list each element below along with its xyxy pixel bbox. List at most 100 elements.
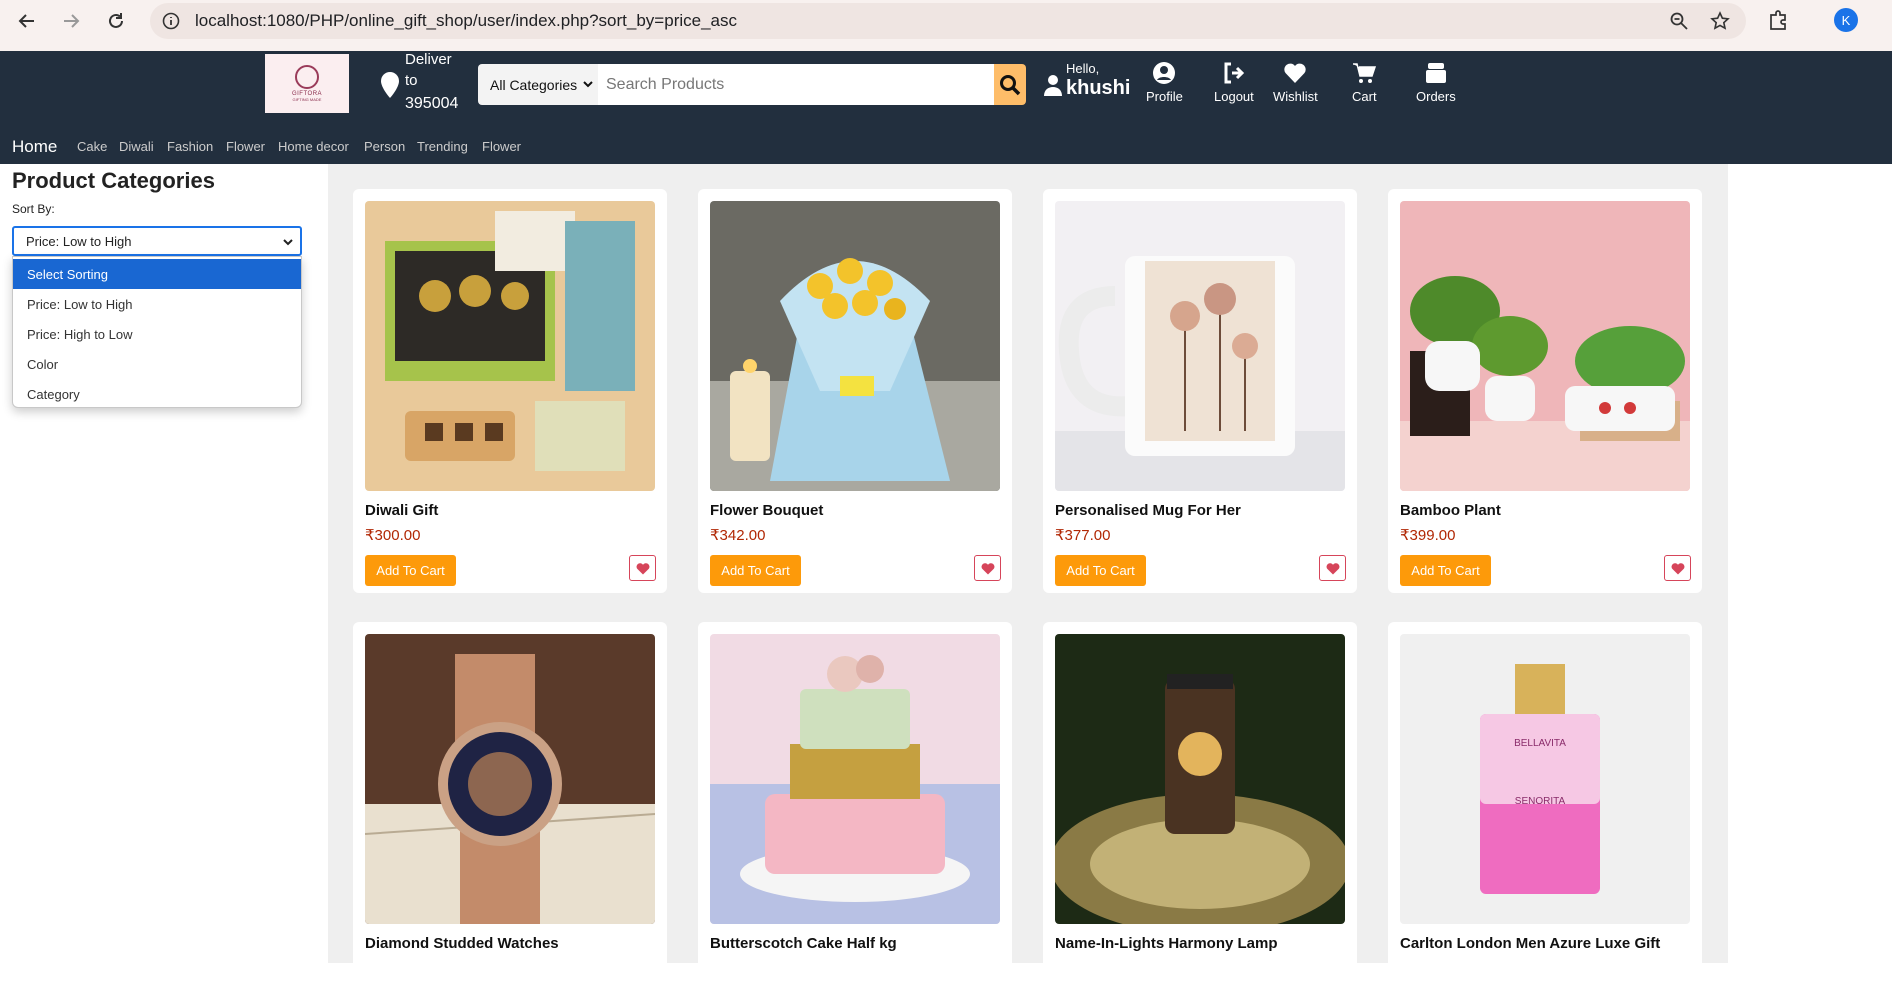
product-image[interactable]: BELLAVITA SENORITA	[1400, 634, 1690, 924]
sort-select-value: Price: Low to High	[26, 233, 132, 249]
extensions-icon[interactable]	[1767, 9, 1789, 31]
sidebar-title: Product Categories	[12, 168, 215, 193]
deliver-to-label: to	[405, 72, 418, 89]
product-image[interactable]	[365, 634, 655, 924]
logo-subtext: GIFTING MADE	[292, 97, 322, 102]
search-button[interactable]	[994, 64, 1026, 105]
wishlist-button[interactable]	[1319, 555, 1346, 581]
sidebar: Product Categories Sort By: Price: Low t…	[0, 164, 328, 963]
hello-label: Hello,	[1066, 61, 1100, 76]
sort-dropdown: Select Sorting Price: Low to High Price:…	[12, 256, 302, 408]
logout-label: Logout	[1214, 89, 1254, 104]
site-logo[interactable]: GIFTORA GIFTING MADE	[265, 54, 349, 113]
sort-option-price-low-high[interactable]: Price: Low to High	[13, 289, 301, 319]
add-to-cart-button[interactable]: Add To Cart	[1055, 555, 1146, 586]
nav-home[interactable]: Home	[12, 137, 57, 157]
orders-icon	[1425, 63, 1446, 83]
product-card: Diamond Studded Watches	[353, 622, 667, 982]
product-card: Butterscotch Cake Half kg	[698, 622, 1012, 982]
product-name[interactable]: Name-In-Lights Harmony Lamp	[1055, 935, 1278, 952]
product-grid: Diwali Gift ₹300.00 Add To Cart Flower B…	[328, 164, 1728, 982]
sort-select[interactable]: Price: Low to High	[12, 226, 302, 256]
product-card: Personalised Mug For Her ₹377.00 Add To …	[1043, 189, 1357, 593]
heart-icon	[1284, 63, 1307, 83]
product-price: ₹399.00	[1400, 527, 1456, 544]
nav-item-flower[interactable]: Flower	[226, 139, 265, 154]
product-card: BELLAVITA SENORITA Carlton London Men Az…	[1388, 622, 1702, 982]
add-to-cart-button[interactable]: Add To Cart	[710, 555, 801, 586]
location-pin-icon	[381, 72, 399, 98]
perfume-name-label: SENORITA	[1515, 796, 1566, 807]
logout-link[interactable]: Logout	[1214, 61, 1254, 104]
nav-item-home-decor[interactable]: Home decor	[278, 139, 349, 154]
profile-avatar[interactable]: K	[1834, 8, 1858, 32]
category-nav: Home Cake Diwali Fashion Flower Home dec…	[0, 131, 1892, 161]
chevron-down-icon	[283, 239, 293, 246]
user-icon	[1044, 75, 1062, 96]
nav-item-person[interactable]: Person	[364, 139, 405, 154]
product-image[interactable]	[1055, 634, 1345, 924]
product-name[interactable]: Carlton London Men Azure Luxe Gift	[1400, 935, 1660, 952]
reload-icon	[109, 13, 123, 28]
heart-icon	[981, 562, 994, 574]
product-image[interactable]	[1055, 201, 1345, 491]
product-image[interactable]	[365, 201, 655, 491]
heart-icon	[1326, 562, 1339, 574]
cart-label: Cart	[1352, 89, 1377, 104]
nav-item-trending[interactable]: Trending	[417, 139, 468, 154]
reload-button[interactable]	[103, 8, 129, 34]
product-name[interactable]: Flower Bouquet	[710, 502, 823, 519]
wishlist-button[interactable]	[629, 555, 656, 581]
add-to-cart-button[interactable]: Add To Cart	[1400, 555, 1491, 586]
product-image[interactable]	[710, 634, 1000, 924]
forward-button[interactable]	[58, 8, 84, 34]
search-icon	[1000, 74, 1021, 95]
sort-option-category[interactable]: Category	[13, 379, 301, 409]
product-price: ₹300.00	[365, 527, 421, 544]
product-price: ₹342.00	[710, 527, 766, 544]
wishlist-label: Wishlist	[1273, 89, 1318, 104]
wishlist-link[interactable]: Wishlist	[1273, 61, 1318, 104]
sort-option-color[interactable]: Color	[13, 349, 301, 379]
nav-item-fashion[interactable]: Fashion	[167, 139, 213, 154]
url-text[interactable]: localhost:1080/PHP/online_gift_shop/user…	[195, 11, 737, 31]
wishlist-button[interactable]	[974, 555, 1001, 581]
product-name[interactable]: Personalised Mug For Her	[1055, 502, 1241, 519]
product-card: Name-In-Lights Harmony Lamp	[1043, 622, 1357, 982]
product-card: Bamboo Plant ₹399.00 Add To Cart	[1388, 189, 1702, 593]
search-input[interactable]	[598, 64, 994, 105]
cart-link[interactable]: Cart	[1352, 61, 1377, 104]
zoom-icon[interactable]	[1670, 12, 1688, 30]
deliver-label: Deliver	[405, 51, 452, 68]
bookmark-star-icon[interactable]	[1710, 11, 1730, 31]
product-name[interactable]: Diwali Gift	[365, 502, 438, 519]
heart-icon	[636, 562, 649, 574]
profile-link[interactable]: Profile	[1146, 61, 1183, 104]
sort-option-price-high-low[interactable]: Price: High to Low	[13, 319, 301, 349]
browser-toolbar: localhost:1080/PHP/online_gift_shop/user…	[0, 0, 1892, 51]
back-button[interactable]	[14, 8, 40, 34]
arrow-left-icon	[18, 14, 34, 28]
product-card: Flower Bouquet ₹342.00 Add To Cart	[698, 189, 1012, 593]
product-name[interactable]: Diamond Studded Watches	[365, 935, 559, 952]
search-bar: All Categories	[478, 64, 1028, 105]
deliver-pincode: 395004	[405, 95, 459, 112]
category-select[interactable]: All Categories	[478, 64, 598, 105]
nav-item-diwali[interactable]: Diwali	[119, 139, 154, 154]
sort-option-select-sorting[interactable]: Select Sorting	[13, 259, 301, 289]
orders-link[interactable]: Orders	[1416, 61, 1456, 104]
product-name[interactable]: Butterscotch Cake Half kg	[710, 935, 897, 952]
add-to-cart-button[interactable]: Add To Cart	[365, 555, 456, 586]
orders-label: Orders	[1416, 89, 1456, 104]
logout-icon	[1224, 62, 1244, 84]
wishlist-button[interactable]	[1664, 555, 1691, 581]
arrow-right-icon	[64, 14, 80, 28]
nav-item-cake[interactable]: Cake	[77, 139, 107, 154]
product-name[interactable]: Bamboo Plant	[1400, 502, 1501, 519]
address-bar[interactable]: localhost:1080/PHP/online_gift_shop/user…	[150, 3, 1746, 39]
product-price: ₹377.00	[1055, 527, 1111, 544]
info-icon[interactable]	[162, 12, 180, 30]
nav-item-flower-2[interactable]: Flower	[482, 139, 521, 154]
product-image[interactable]	[1400, 201, 1690, 491]
product-image[interactable]	[710, 201, 1000, 491]
